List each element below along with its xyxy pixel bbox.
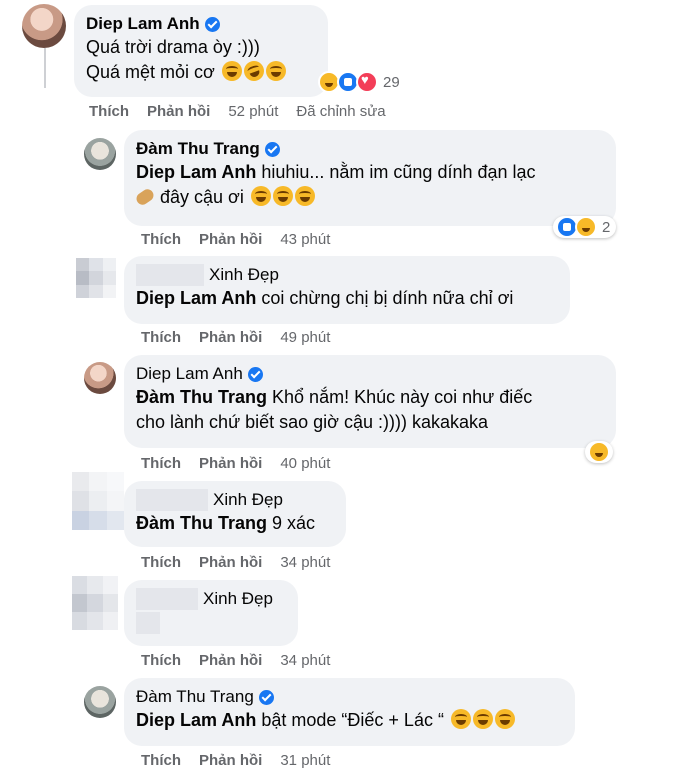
- comment-actions: Thích Phản hồi 43 phút: [141, 231, 330, 248]
- comment-text: coi chừng chị bị dính nữa chỉ ơi: [261, 288, 514, 308]
- timestamp[interactable]: 31 phút: [280, 752, 330, 769]
- timestamp[interactable]: 52 phút: [228, 103, 278, 120]
- mention-link[interactable]: Đàm Thu Trang: [136, 513, 267, 533]
- author-name[interactable]: Đàm Thu Trang: [136, 686, 254, 708]
- comment-actions: Thích Phản hồi 34 phút: [141, 554, 330, 571]
- comment-actions: Thích Phản hồi 49 phút: [141, 329, 330, 346]
- laughing-emoji-icon: [250, 186, 271, 206]
- redacted-name-block: [136, 588, 198, 610]
- reaction-summary[interactable]: [585, 441, 613, 463]
- reply-button[interactable]: Phản hồi: [199, 455, 262, 472]
- like-button[interactable]: Thích: [141, 554, 181, 571]
- haha-icon: [588, 441, 610, 463]
- reaction-summary[interactable]: 29: [315, 70, 406, 94]
- rofl-emoji-icon: [241, 58, 267, 84]
- edited-label: Đã chỉnh sửa: [296, 103, 386, 120]
- reaction-summary[interactable]: 2: [553, 216, 617, 238]
- comment-text: hiuhiu... nằm im cũng dính đạn lạc: [261, 162, 536, 182]
- verified-badge-icon: [204, 16, 220, 32]
- reply-button[interactable]: Phản hồi: [147, 103, 210, 120]
- avatar[interactable]: [84, 686, 116, 718]
- verified-badge-icon: [247, 366, 263, 382]
- author-name[interactable]: Diep Lam Anh: [136, 363, 243, 385]
- reply-button[interactable]: Phản hồi: [199, 231, 262, 248]
- reply-button[interactable]: Phản hồi: [199, 329, 262, 346]
- comment-bubble: Đàm Thu Trang Diep Lam Anh bật mode “Điế…: [124, 678, 575, 746]
- blurred-avatar[interactable]: [72, 472, 124, 530]
- timestamp[interactable]: 34 phút: [280, 652, 330, 669]
- timestamp[interactable]: 40 phút: [280, 455, 330, 472]
- timestamp[interactable]: 49 phút: [280, 329, 330, 346]
- redacted-name-block: [136, 264, 204, 286]
- mention-link[interactable]: Diep Lam Anh: [136, 162, 256, 182]
- reply-button[interactable]: Phản hồi: [199, 554, 262, 571]
- comment-bubble: Xinh Đẹp Diep Lam Anh coi chừng chị bị d…: [124, 256, 570, 324]
- comment-bubble: Diep Lam Anh Quá trời drama òy :))) Quá …: [74, 5, 328, 97]
- reaction-count: 2: [602, 218, 611, 236]
- rofl-emoji-icon: [221, 61, 242, 81]
- timestamp[interactable]: 43 phút: [280, 231, 330, 248]
- mention-link[interactable]: Đàm Thu Trang: [136, 387, 267, 407]
- comment-text: đây cậu ơi: [160, 187, 244, 207]
- comment-bubble: Diep Lam Anh Đàm Thu Trang Khổ nắm! Khúc…: [124, 355, 616, 448]
- like-button[interactable]: Thích: [141, 455, 181, 472]
- like-button[interactable]: Thích: [141, 752, 181, 769]
- reply-button[interactable]: Phản hồi: [199, 652, 262, 669]
- comment-text: Quá mệt mỏi cơ: [86, 62, 215, 82]
- verified-badge-icon: [264, 141, 280, 157]
- haha-icon: [575, 216, 597, 238]
- like-button[interactable]: Thích: [141, 652, 181, 669]
- mention-link[interactable]: Diep Lam Anh: [136, 288, 256, 308]
- verified-badge-icon: [258, 689, 274, 705]
- like-button[interactable]: Thích: [141, 329, 181, 346]
- author-name[interactable]: Diep Lam Anh: [86, 13, 200, 35]
- comment-text: Khổ nắm! Khúc này coi như điếc: [272, 387, 533, 407]
- avatar[interactable]: [22, 4, 66, 48]
- comment-text: bật mode “Điếc + Lác “: [261, 710, 444, 730]
- rofl-emoji-icon: [265, 61, 286, 81]
- mention-link[interactable]: Diep Lam Anh: [136, 710, 256, 730]
- comment-actions: Thích Phản hồi 34 phút: [141, 652, 330, 669]
- like-button[interactable]: Thích: [141, 231, 181, 248]
- laughing-emoji-icon: [472, 709, 493, 729]
- peanut-emoji-icon: [134, 186, 156, 208]
- comment-text: Quá trời drama òy :))): [86, 37, 260, 57]
- blurred-avatar[interactable]: [76, 258, 116, 298]
- comment-text: cho lành chứ biết sao giờ cậu :)))) kaka…: [136, 412, 489, 432]
- author-name[interactable]: Xinh Đẹp: [203, 588, 273, 610]
- author-name[interactable]: Đàm Thu Trang: [136, 138, 260, 160]
- author-name[interactable]: Xinh Đẹp: [213, 489, 283, 511]
- timestamp[interactable]: 34 phút: [280, 554, 330, 571]
- redacted-content-block: [136, 612, 160, 635]
- laughing-emoji-icon: [494, 709, 515, 729]
- laughing-emoji-icon: [450, 709, 471, 729]
- author-name[interactable]: Xinh Đẹp: [209, 264, 279, 286]
- redacted-name-block: [136, 489, 208, 511]
- comment-actions: Thích Phản hồi 31 phút: [141, 752, 330, 769]
- comment-bubble: Đàm Thu Trang Diep Lam Anh hiuhiu... nằm…: [124, 130, 616, 226]
- like-button[interactable]: Thích: [89, 103, 129, 120]
- reaction-count: 29: [383, 73, 400, 91]
- comment-actions: Thích Phản hồi 40 phút: [141, 455, 330, 472]
- comment-text: 9 xác: [272, 513, 316, 533]
- comment-bubble: Xinh Đẹp: [124, 580, 298, 646]
- laughing-emoji-icon: [272, 186, 293, 206]
- avatar[interactable]: [84, 138, 116, 170]
- reply-button[interactable]: Phản hồi: [199, 752, 262, 769]
- blurred-avatar[interactable]: [72, 576, 118, 630]
- comment-bubble: Xinh Đẹp Đàm Thu Trang 9 xác: [124, 481, 346, 547]
- comment-actions: Thích Phản hồi 52 phút Đã chỉnh sửa: [89, 103, 386, 120]
- love-icon: [356, 71, 378, 93]
- laughing-emoji-icon: [294, 186, 315, 206]
- avatar[interactable]: [84, 362, 116, 394]
- thread-line: [44, 48, 46, 88]
